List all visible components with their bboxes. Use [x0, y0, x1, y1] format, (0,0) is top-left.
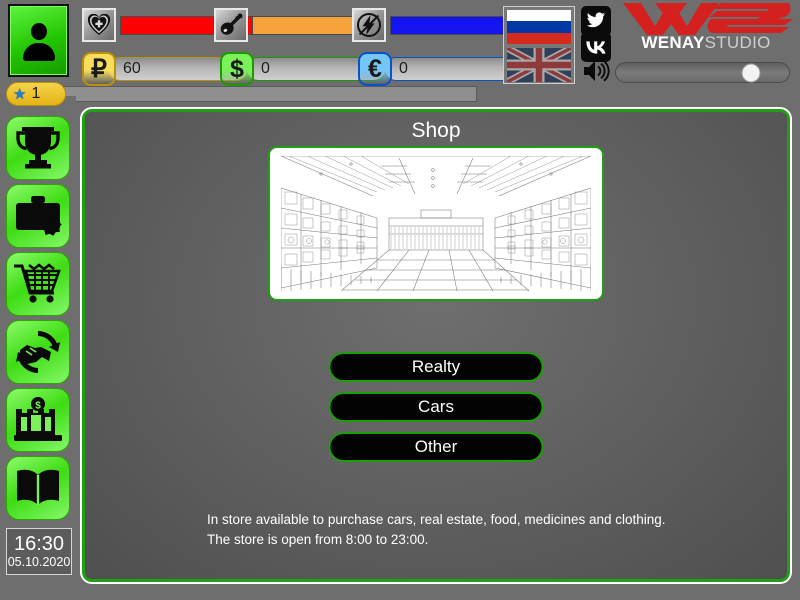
- sidebar-item-shop[interactable]: [6, 252, 70, 316]
- clock-date: 05.10.2020: [7, 554, 71, 569]
- euro-icon: €: [358, 52, 392, 86]
- bottom-strip: [82, 585, 790, 600]
- volume-slider[interactable]: [615, 62, 790, 83]
- currency-euros: € 0: [358, 52, 524, 86]
- sidebar-item-education[interactable]: [6, 456, 70, 520]
- handshake-icon: [16, 331, 60, 373]
- brand-bold: WENAY: [641, 33, 705, 52]
- briefcase-icon: [16, 196, 62, 236]
- shopping-cart-icon: [14, 263, 61, 303]
- sidebar-item-deals[interactable]: [6, 320, 70, 384]
- studio-wordmark: WENAYSTUDIO: [617, 34, 795, 51]
- store-interior-illustration: [268, 146, 604, 301]
- xp-progress-bar: [62, 86, 477, 102]
- hud-top-bar: ★ 1 ₽ 60 $ 0 € 0 WENAYSTUDIO: [0, 0, 800, 106]
- lightning-bolt-icon: [352, 8, 386, 42]
- realty-button[interactable]: Realty: [328, 352, 544, 382]
- cars-button[interactable]: Cars: [328, 392, 544, 422]
- bank-icon: $: [14, 397, 62, 441]
- page-title: Shop: [411, 119, 461, 142]
- ws-mark-icon: [623, 3, 793, 35]
- ruble-icon: ₽: [82, 52, 116, 86]
- chicken-leg-icon: [214, 8, 248, 42]
- sidebar-item-bank[interactable]: $: [6, 388, 70, 452]
- clock-time: 16:30: [13, 532, 65, 555]
- stat-energy: [352, 8, 524, 42]
- flag-russian[interactable]: [507, 10, 571, 44]
- avatar-person-icon: [22, 22, 56, 61]
- book-icon: [17, 469, 59, 505]
- shop-description: In store available to purchase cars, rea…: [207, 510, 666, 549]
- dollar-icon: $: [220, 52, 254, 86]
- player-avatar[interactable]: [8, 4, 69, 77]
- other-button[interactable]: Other: [328, 432, 544, 462]
- star-icon: ★: [13, 85, 27, 103]
- left-sidebar: $ 16:30 05.10.2020: [0, 96, 76, 600]
- volume-slider-knob[interactable]: [741, 63, 761, 82]
- shop-panel: Shop Realty Cars Other In store availabl…: [80, 107, 792, 584]
- speaker-icon[interactable]: [582, 58, 610, 84]
- shop-description-line-2: The store is open from 8:00 to 23:00.: [207, 531, 429, 547]
- trophy-icon: [16, 127, 60, 169]
- level-value: 1: [31, 85, 41, 102]
- language-selector: [503, 6, 575, 84]
- sidebar-item-achievements[interactable]: [6, 116, 70, 180]
- heart-plus-icon: [82, 8, 116, 42]
- flag-english[interactable]: [507, 48, 571, 82]
- game-clock: 16:30 05.10.2020: [6, 528, 72, 575]
- game-window: ★ 1 ₽ 60 $ 0 € 0 WENAYSTUDIO $ 16:30 05.…: [0, 0, 800, 600]
- studio-logo: WENAYSTUDIO: [617, 2, 795, 54]
- level-badge: ★ 1: [6, 82, 66, 106]
- brand-light: STUDIO: [704, 33, 771, 52]
- shop-description-line-1: In store available to purchase cars, rea…: [207, 512, 666, 527]
- sidebar-item-work[interactable]: [6, 184, 70, 248]
